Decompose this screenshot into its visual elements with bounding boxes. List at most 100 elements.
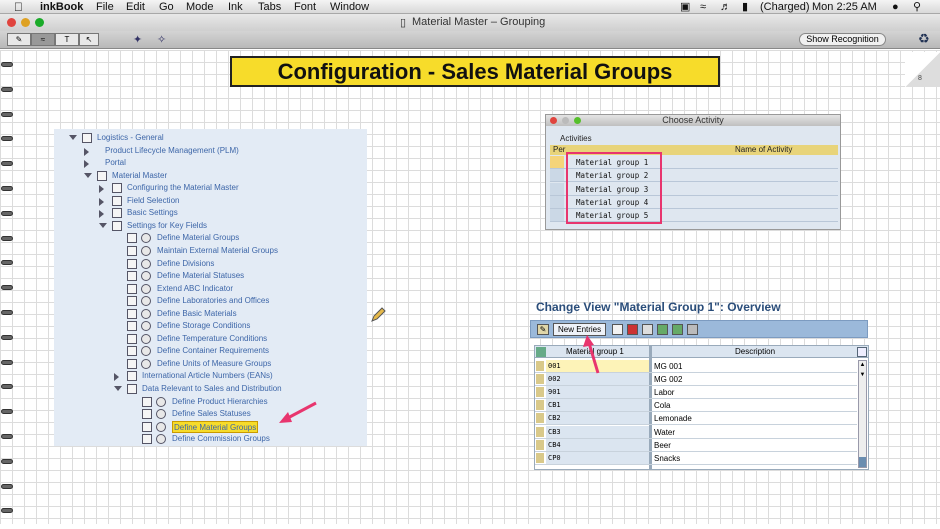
execute-clock-icon[interactable] <box>141 258 151 269</box>
draw-tool-button[interactable]: ≈ <box>31 33 55 46</box>
row-selector[interactable] <box>536 387 544 398</box>
copy-icon[interactable] <box>612 324 623 335</box>
minimize-window-button[interactable] <box>21 18 30 27</box>
close-window-button[interactable] <box>7 18 16 27</box>
execute-clock-icon[interactable] <box>141 296 151 307</box>
zoom-window-button[interactable] <box>35 18 44 27</box>
material-group-code[interactable]: CB3 <box>546 425 649 438</box>
execute-clock-icon[interactable] <box>156 421 166 432</box>
expand-closed-icon[interactable] <box>99 197 104 206</box>
execute-clock-icon[interactable] <box>141 308 151 319</box>
per-cell[interactable] <box>550 209 564 222</box>
dialog-zoom-button[interactable] <box>574 117 581 124</box>
material-group-code[interactable]: 901 <box>546 386 649 399</box>
menu-window[interactable]: Window <box>330 0 369 14</box>
apple-icon[interactable]:  <box>14 0 23 14</box>
tree-item-label[interactable]: Material Master <box>112 170 167 182</box>
execute-clock-icon[interactable] <box>141 283 151 294</box>
tree-item-label[interactable]: Define Sales Statuses <box>172 408 251 420</box>
expand-closed-icon[interactable] <box>84 147 89 156</box>
tree-item-label[interactable]: Define Container Requirements <box>157 345 269 357</box>
expand-open-icon[interactable] <box>99 222 107 228</box>
tree-item-label[interactable]: Data Relevant to Sales and Distribution <box>142 383 282 395</box>
material-group-code[interactable]: CB4 <box>546 438 649 451</box>
tree-item-label[interactable]: Define Material Statuses <box>157 270 244 282</box>
edit-icon[interactable]: ✎ <box>537 324 549 335</box>
expand-open-icon[interactable] <box>84 172 92 178</box>
row-selector[interactable] <box>536 426 544 437</box>
select-block-icon[interactable] <box>672 324 683 335</box>
tree-item-label[interactable]: Define Units of Measure Groups <box>157 358 271 370</box>
tree-item-label[interactable]: Define Laboratories and Offices <box>157 295 269 307</box>
menu-font[interactable]: Font <box>294 0 316 14</box>
tree-item-label[interactable]: Field Selection <box>127 195 179 207</box>
expand-closed-icon[interactable] <box>99 210 104 219</box>
execute-clock-icon[interactable] <box>156 396 166 407</box>
expand-open-icon[interactable] <box>114 386 122 391</box>
text-tool-button[interactable]: T <box>55 33 79 46</box>
execute-clock-icon[interactable] <box>156 409 166 420</box>
description-cell[interactable]: Cola <box>652 399 857 412</box>
execute-clock-icon[interactable] <box>141 233 151 244</box>
camera-icon[interactable]: ▣ <box>680 0 690 14</box>
basket-icon[interactable]: ♻ <box>918 31 930 47</box>
scroll-up-icon[interactable]: ▲ <box>859 361 866 369</box>
activities-tab[interactable]: Activities <box>560 134 592 143</box>
per-cell[interactable] <box>550 182 564 195</box>
menu-file[interactable]: File <box>96 0 114 14</box>
tree-item-label[interactable]: Define Material Groups <box>157 232 239 244</box>
description-cell[interactable]: Water <box>652 425 857 438</box>
deselect-all-icon[interactable] <box>687 324 698 335</box>
expand-open-icon[interactable] <box>69 135 77 140</box>
user-icon[interactable]: ● <box>892 0 899 14</box>
tree-item-label[interactable]: Basic Settings <box>127 207 178 219</box>
menu-edit[interactable]: Edit <box>126 0 145 14</box>
tree-item-label[interactable]: Settings for Key Fields <box>127 220 207 232</box>
volume-icon[interactable]: ♬ <box>720 0 731 14</box>
menu-mode[interactable]: Mode <box>186 0 214 14</box>
tree-item-label[interactable]: Logistics - General <box>97 132 164 144</box>
row-selector[interactable] <box>536 374 544 385</box>
execute-clock-icon[interactable] <box>141 321 151 332</box>
execute-clock-icon[interactable] <box>141 333 151 344</box>
description-cell[interactable]: Snacks <box>652 451 857 464</box>
wifi-icon[interactable]: ≈ <box>700 0 706 14</box>
table-row[interactable]: 002 MG 002 <box>535 373 857 387</box>
tree-item-label[interactable]: International Article Numbers (EANs) <box>142 370 273 382</box>
description-cell[interactable]: Labor <box>652 386 857 399</box>
undo-icon[interactable] <box>642 324 653 335</box>
tree-item-label[interactable]: Portal <box>105 157 126 169</box>
tree-item-label[interactable]: Product Lifecycle Management (PLM) <box>105 145 239 157</box>
scroll-thumb[interactable] <box>859 457 866 467</box>
per-cell[interactable] <box>550 169 564 182</box>
show-recognition-button[interactable]: Show Recognition <box>799 33 886 46</box>
tree-item-label[interactable]: Define Divisions <box>157 258 214 270</box>
per-cell[interactable] <box>550 195 564 208</box>
delete-icon[interactable] <box>627 324 638 335</box>
scroll-down-icon[interactable]: ▼ <box>859 371 866 379</box>
dialog-close-button[interactable] <box>550 117 557 124</box>
tree-item-label[interactable]: Extend ABC Indicator <box>157 283 233 295</box>
row-selector[interactable] <box>536 439 544 450</box>
description-cell[interactable]: Beer <box>652 438 857 451</box>
table-row[interactable]: CB4 Beer <box>535 438 857 452</box>
vertical-scrollbar[interactable]: ▲ ▼ <box>858 360 867 468</box>
select-all-icon[interactable] <box>657 324 668 335</box>
execute-clock-icon[interactable] <box>141 245 151 256</box>
row-selector[interactable] <box>536 452 544 463</box>
lasso-tool-icon[interactable]: ✧ <box>157 33 166 46</box>
battery-icon[interactable]: ▮ <box>742 0 748 14</box>
execute-clock-icon[interactable] <box>156 434 166 445</box>
expand-closed-icon[interactable] <box>114 373 119 382</box>
execute-clock-icon[interactable] <box>141 271 151 282</box>
menu-go[interactable]: Go <box>159 0 174 14</box>
menu-tabs[interactable]: Tabs <box>258 0 281 14</box>
page-curl[interactable] <box>905 52 940 87</box>
expand-closed-icon[interactable] <box>84 160 89 169</box>
table-row[interactable]: CB2 Lemonade <box>535 412 857 426</box>
clock[interactable]: Mon 2:25 AM <box>812 0 877 14</box>
column-config-icon[interactable] <box>857 347 867 357</box>
row-selector[interactable] <box>536 400 544 411</box>
select-tool-button[interactable]: ↖ <box>79 33 99 46</box>
per-cell[interactable] <box>550 156 564 168</box>
